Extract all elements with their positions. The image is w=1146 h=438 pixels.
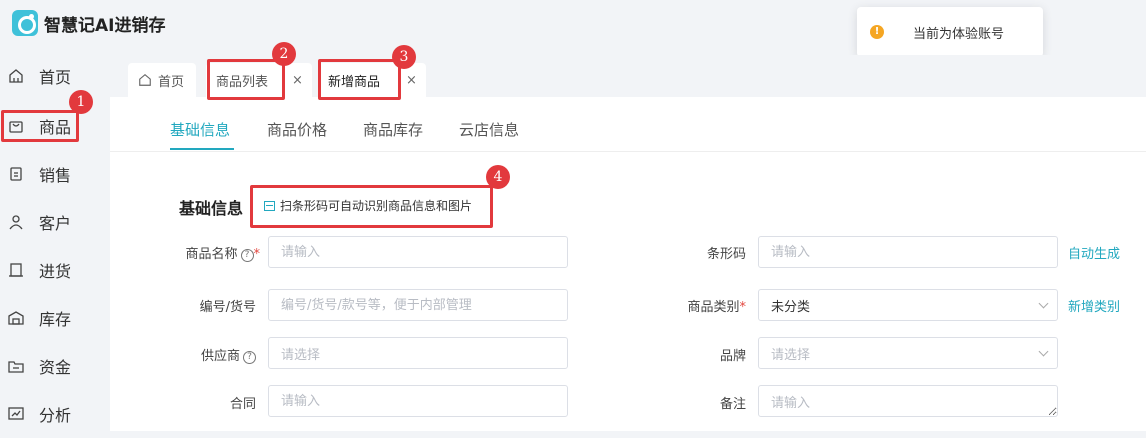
- app-logo[interactable]: 智慧记AI进销存: [12, 10, 165, 36]
- book-icon: [9, 263, 23, 277]
- barcode-label: 条形码: [706, 247, 746, 262]
- annotation-badge-2: 2: [272, 42, 296, 66]
- auto-generate-link[interactable]: 自动生成: [1068, 243, 1120, 262]
- annotation-box-1: [1, 110, 79, 142]
- close-icon[interactable]: ×: [406, 73, 417, 88]
- subtab-stock[interactable]: 商品库存: [363, 119, 423, 140]
- goods-name-input[interactable]: [268, 236, 568, 268]
- required-mark: *: [739, 300, 747, 315]
- category-value: 未分类: [771, 299, 811, 315]
- supplier-label: 供应商?: [150, 345, 256, 364]
- sidebar-item-label: 销售: [39, 166, 72, 185]
- chevron-down-icon: [1038, 298, 1049, 309]
- sidebar-item-sales[interactable]: 销售: [0, 150, 110, 198]
- section-title: 基础信息: [179, 199, 244, 218]
- supplier-select[interactable]: 请选择: [268, 337, 568, 369]
- subtab-cloud-store[interactable]: 云店信息: [459, 119, 519, 140]
- annotation-box-2: [207, 59, 285, 100]
- toast-notification: ! 当前为体验账号: [857, 7, 1043, 57]
- chevron-down-icon: [1038, 346, 1049, 357]
- add-category-link[interactable]: 新增类别: [1068, 296, 1120, 315]
- subtab-basic-info[interactable]: 基础信息: [170, 119, 230, 140]
- sidebar-item-label: 资金: [39, 358, 72, 377]
- active-tab-indicator: [170, 148, 234, 150]
- subtab-price[interactable]: 商品价格: [267, 119, 327, 140]
- sidebar-item-label: 库存: [39, 310, 72, 329]
- sidebar-item-label: 客户: [39, 214, 72, 233]
- annotation-badge-3: 3: [392, 45, 416, 69]
- folder-icon: [8, 361, 24, 373]
- warehouse-icon: [8, 311, 24, 325]
- contract-label: 合同: [229, 397, 256, 412]
- contract-input[interactable]: [268, 385, 568, 417]
- tab-label: 首页: [158, 74, 185, 90]
- close-icon[interactable]: ×: [292, 73, 303, 88]
- user-icon: [9, 215, 23, 230]
- sidebar-item-label: 首页: [39, 68, 72, 87]
- remark-textarea[interactable]: [758, 385, 1058, 417]
- sidebar-item-inventory[interactable]: 库存: [0, 294, 110, 342]
- warning-icon: !: [870, 25, 884, 39]
- brand-select[interactable]: 请选择: [758, 337, 1058, 369]
- annotation-box-4: [250, 185, 493, 228]
- clipboard-icon: [10, 167, 22, 181]
- sidebar-item-label: 分析: [39, 406, 72, 425]
- sidebar: 首页 商品 销售 客户 进货 库存 资金 分析: [0, 50, 110, 431]
- annotation-badge-1: 1: [69, 90, 93, 114]
- category-label: 商品类别*: [687, 300, 747, 315]
- sidebar-item-customers[interactable]: 客户: [0, 198, 110, 246]
- toast-message: 当前为体验账号: [913, 27, 1005, 42]
- help-icon[interactable]: ?: [240, 249, 254, 262]
- annotation-box-3: [318, 59, 401, 100]
- app-title: 智慧记AI进销存: [44, 15, 166, 36]
- home-icon: [139, 74, 151, 86]
- supplier-placeholder: 请选择: [281, 347, 321, 363]
- code-input[interactable]: [268, 289, 568, 321]
- home-icon: [9, 69, 23, 83]
- help-icon[interactable]: ?: [243, 351, 256, 364]
- required-mark: *: [253, 247, 261, 262]
- chart-icon: [8, 407, 24, 420]
- brand-placeholder: 请选择: [771, 347, 811, 363]
- category-select[interactable]: 未分类: [758, 289, 1058, 321]
- annotation-badge-4: 4: [486, 165, 510, 189]
- tab-home[interactable]: 首页: [128, 63, 197, 97]
- code-label: 编号/货号: [199, 300, 256, 315]
- logo-icon: [12, 10, 38, 36]
- goods-name-label: 商品名称? *: [185, 247, 261, 262]
- sidebar-item-label: 进货: [39, 262, 72, 281]
- sidebar-item-purchase[interactable]: 进货: [0, 246, 110, 294]
- main-content: 基础信息 商品价格 商品库存 云店信息 基础信息 扫条形码可自动识别商品信息和图…: [110, 97, 1146, 431]
- remark-label: 备注: [719, 397, 746, 412]
- brand-label: 品牌: [719, 349, 746, 364]
- sidebar-item-home[interactable]: 首页: [0, 52, 110, 100]
- form-subtabs: 基础信息 商品价格 商品库存 云店信息: [110, 97, 1146, 152]
- sidebar-item-funds[interactable]: 资金: [0, 342, 110, 390]
- barcode-input[interactable]: [758, 236, 1058, 268]
